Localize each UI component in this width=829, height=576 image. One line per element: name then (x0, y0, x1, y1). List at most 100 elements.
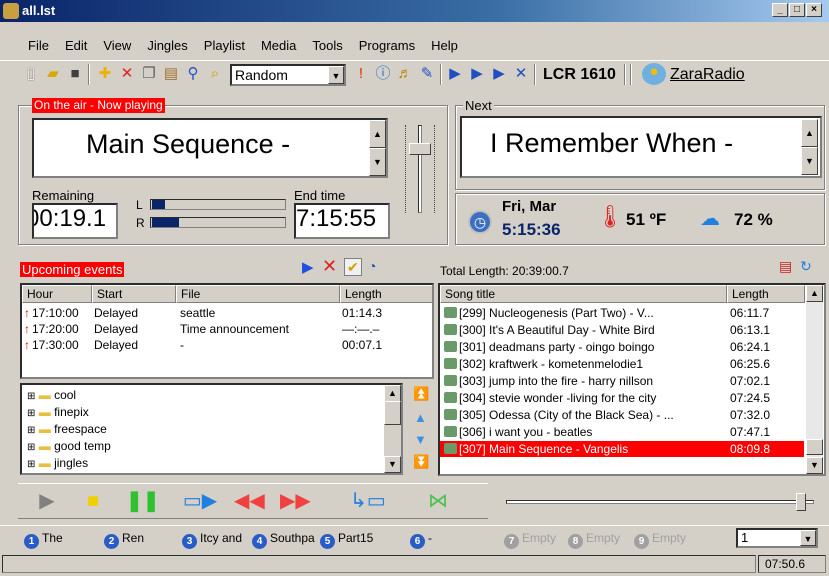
delete-icon[interactable]: ✕ (118, 65, 136, 83)
column-song-title[interactable]: Song title (440, 285, 727, 303)
scroll-up-icon[interactable]: ▲ (801, 119, 818, 147)
cart-button[interactable]: 3 Itcy and (182, 529, 242, 549)
move-down-icon[interactable]: ▼ (414, 432, 427, 447)
tree-item[interactable]: ⊞ ▬ finepix (22, 404, 89, 420)
cart-button[interactable]: 1 The (24, 529, 63, 549)
volume-thumb[interactable] (409, 143, 431, 155)
now-playing-scroll[interactable]: ▲ ▼ (369, 120, 386, 176)
menu-view[interactable]: View (95, 35, 139, 57)
crossfade-button[interactable]: ⋈ (418, 488, 458, 514)
title-bar[interactable]: all.lst _ □ × (0, 0, 829, 22)
add-icon[interactable]: ✚ (96, 65, 114, 83)
check-event-icon[interactable]: ✔ (344, 258, 362, 276)
expand-icon[interactable]: ⊞ (27, 391, 35, 402)
clock-event-icon[interactable]: ◔ (368, 258, 376, 274)
scroll-down-icon[interactable]: ▼ (369, 148, 386, 176)
scroll-up-icon[interactable]: ▲ (806, 285, 823, 302)
cart-button[interactable]: 5 Part15 (320, 529, 373, 549)
column-hour[interactable]: Hour (22, 285, 92, 303)
playlist-row[interactable]: [302] kraftwerk - kometenmelodie1 06:25.6 (440, 356, 804, 372)
playlist-row[interactable]: [303] jump into the fire - harry nillson… (440, 373, 804, 389)
playlist-row[interactable]: [299] Nucleogenesis (Part Two) - V... 06:… (440, 305, 804, 321)
playlist-row[interactable]: [305] Odessa (City of the Black Sea) - .… (440, 407, 804, 423)
brand-link[interactable]: ZaraRadio (670, 65, 745, 85)
copy-icon[interactable]: ❐ (140, 65, 158, 83)
tree-scrollbar[interactable]: ▲ ▼ (384, 385, 401, 473)
print-icon[interactable]: ▤ (779, 258, 792, 275)
playlist-row[interactable]: [307] Main Sequence - Vangelis 08:09.8 (440, 441, 804, 457)
playlist-row[interactable]: [304] stevie wonder -living for the city… (440, 390, 804, 406)
cart-page-select[interactable]: 1 ▼ (736, 528, 818, 548)
table-row[interactable]: ↑ 17:30:00 Delayed - 00:07.1 (22, 337, 432, 353)
scroll-up-icon[interactable]: ▲ (369, 120, 386, 148)
playlist-row[interactable]: [300] It's A Beautiful Day - White Bird 0… (440, 322, 804, 338)
menu-playlist[interactable]: Playlist (196, 35, 253, 57)
menu-jingles[interactable]: Jingles (139, 35, 195, 57)
expand-icon[interactable]: ⊞ (27, 425, 35, 436)
expand-icon[interactable]: ⊞ (27, 459, 35, 470)
scroll-down-icon[interactable]: ▼ (384, 456, 401, 473)
minimize-button[interactable]: _ (772, 3, 788, 17)
events-table[interactable]: Hour Start File Length ↑ 17:10:00 Delaye… (20, 283, 434, 379)
search-icon[interactable]: ⚲ (184, 65, 202, 83)
column-start[interactable]: Start (92, 285, 176, 303)
scroll-down-icon[interactable]: ▼ (801, 147, 818, 175)
mode-select[interactable]: Random ▼ (230, 64, 346, 86)
tree-item[interactable]: ⊞ ▬ jingles (22, 455, 88, 471)
cart-button[interactable]: 8 Empty (568, 529, 620, 549)
folder-tree[interactable]: ⊞ ▬ cool ⊞ ▬ finepix ⊞ ▬ freespace ⊞ ▬ g… (20, 383, 403, 475)
cart-button[interactable]: 6- (410, 529, 432, 549)
tree-item[interactable]: ⊞ ▬ good temp (22, 438, 111, 454)
scroll-thumb[interactable] (384, 401, 401, 425)
cart-button[interactable]: 9 Empty (634, 529, 686, 549)
menu-media[interactable]: Media (253, 35, 304, 57)
alert-icon[interactable]: ! (352, 65, 370, 83)
play-button[interactable]: ▶ (32, 488, 62, 514)
edit-icon[interactable]: ✎ (418, 65, 436, 83)
play-event-icon[interactable]: ▶ (302, 258, 314, 276)
close-button[interactable]: × (806, 3, 822, 17)
stop-button[interactable]: ■ (78, 488, 108, 514)
playlist-scrollbar[interactable]: ▲ ▼ (806, 285, 823, 474)
deck-cancel-icon[interactable]: ✕ (512, 65, 530, 83)
column-file[interactable]: File (176, 285, 340, 303)
menu-file[interactable]: File (20, 35, 57, 57)
move-bottom-icon[interactable]: ⏬ (413, 454, 429, 470)
pause-button[interactable]: ❚❚ (126, 488, 160, 514)
paste-icon[interactable]: ▤ (162, 65, 180, 83)
cart-button[interactable]: 4 Southpa (252, 529, 315, 549)
table-row[interactable]: ↑ 17:20:00 Delayed Time announcement —:—… (22, 321, 432, 337)
next-scroll[interactable]: ▲ ▼ (801, 119, 818, 175)
find-icon[interactable]: ⌕ (206, 65, 224, 83)
rewind-button[interactable]: ◀◀ (234, 488, 265, 514)
playlist-row[interactable]: [301] deadmans party - oingo boingo 06:24… (440, 339, 804, 355)
next-track-button[interactable]: ▭▶ (180, 488, 220, 514)
menu-help[interactable]: Help (423, 35, 466, 57)
table-row[interactable]: ↑ 17:10:00 Delayed seattle 01:14.3 (22, 305, 432, 321)
expand-icon[interactable]: ⊞ (27, 408, 35, 419)
deck-2-icon[interactable]: ▶ (468, 65, 486, 83)
scroll-up-icon[interactable]: ▲ (384, 385, 401, 402)
delete-event-icon[interactable]: ✕ (322, 256, 337, 277)
menu-programs[interactable]: Programs (351, 35, 423, 57)
fast-forward-button[interactable]: ▶▶ (280, 488, 311, 514)
stop-icon[interactable]: ■ (66, 65, 84, 83)
scroll-down-icon[interactable]: ▼ (806, 457, 823, 474)
volume-slider[interactable] (400, 125, 440, 215)
tree-item[interactable]: ⊞ ▬ freespace (22, 421, 107, 437)
info-icon[interactable]: ⓘ (374, 65, 392, 83)
playlist-table[interactable]: Song title Length [299] Nucleogenesis (P… (438, 283, 826, 476)
deck-1-icon[interactable]: ▶ (446, 65, 464, 83)
chevron-down-icon[interactable]: ▼ (328, 66, 344, 84)
menu-edit[interactable]: Edit (57, 35, 95, 57)
position-thumb[interactable] (796, 493, 806, 511)
menu-tools[interactable]: Tools (304, 35, 350, 57)
playlist-row[interactable]: [306] i want you - beatles 07:47.1 (440, 424, 804, 440)
move-top-icon[interactable]: ⏫ (413, 386, 429, 402)
deck-3-icon[interactable]: ▶ (490, 65, 508, 83)
position-slider[interactable] (500, 492, 820, 512)
cue-button[interactable]: ↳▭ (348, 488, 388, 514)
maximize-button[interactable]: □ (789, 3, 805, 17)
tree-item[interactable]: ⊞ ▬ cool (22, 387, 76, 403)
scroll-thumb[interactable] (806, 439, 823, 455)
